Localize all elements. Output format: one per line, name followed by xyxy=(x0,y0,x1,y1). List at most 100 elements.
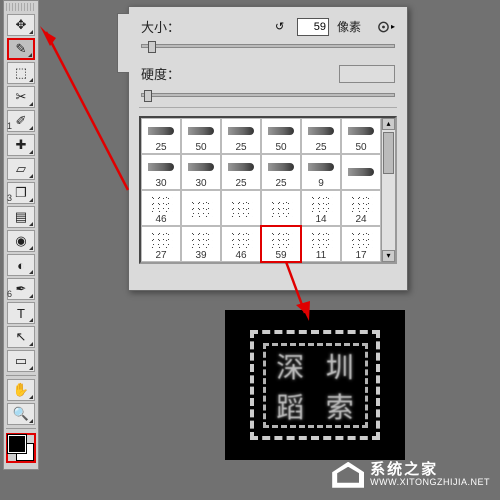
brush-size-label: 46 xyxy=(155,214,166,225)
brush-size-label: 50 xyxy=(195,142,206,153)
brush-preset[interactable]: 46 xyxy=(221,226,261,262)
stamp-border-outer: 深 圳 蹈 索 xyxy=(250,330,380,440)
brush-preview-canvas: 深 圳 蹈 索 xyxy=(225,310,405,460)
healing-icon: ✚ xyxy=(16,137,27,153)
brush-size-label: 24 xyxy=(355,214,366,225)
tool-dodge[interactable]: ◐ xyxy=(7,254,35,276)
brush-preset[interactable] xyxy=(221,190,261,226)
brush-thumbnail xyxy=(302,120,340,142)
brush-scrollbar[interactable]: ▴ ▾ xyxy=(381,118,395,262)
tool-eyedropper[interactable]: ✐1 xyxy=(7,110,35,132)
brush-preset[interactable]: 30 xyxy=(181,154,221,190)
tool-clone[interactable]: ❐3 xyxy=(7,182,35,204)
marquee-icon: ⬚ xyxy=(15,65,27,81)
flyout-arrow-icon: ▸ xyxy=(391,22,395,31)
panel-tab[interactable] xyxy=(117,13,129,73)
brush-size-label: 46 xyxy=(235,250,246,261)
brush-size-label: 25 xyxy=(235,142,246,153)
panel-divider xyxy=(139,107,397,108)
brush-preset[interactable]: 25 xyxy=(221,118,261,154)
tool-healing[interactable]: ✚ xyxy=(7,134,35,156)
stamp-char: 蹈 xyxy=(266,386,316,426)
tool-eraser[interactable]: ▱ xyxy=(7,158,35,180)
brush-grid-container: 255025502550303025259461424273946591117 … xyxy=(139,116,397,264)
brush-size-label: 25 xyxy=(235,178,246,189)
brush-icon: ✎ xyxy=(16,41,27,57)
tool-move[interactable]: ✥ xyxy=(7,14,35,36)
brush-thumbnail xyxy=(182,120,220,142)
brush-preset[interactable]: 27 xyxy=(141,226,181,262)
brush-thumbnail xyxy=(222,228,260,250)
clone-icon: ❐ xyxy=(15,185,27,201)
zoom-icon: 🔍 xyxy=(13,406,29,422)
tool-blur[interactable]: ◉ xyxy=(7,230,35,252)
watermark-logo: 系统之家 WWW.XITONGZHIJIA.NET xyxy=(332,462,490,488)
brush-preset[interactable]: 25 xyxy=(141,118,181,154)
scroll-up-arrow[interactable]: ▴ xyxy=(382,118,395,130)
brush-preset[interactable]: 25 xyxy=(221,154,261,190)
tool-zoom[interactable]: 🔍 xyxy=(7,403,35,425)
brush-thumbnail xyxy=(142,156,180,178)
eyedropper-icon: ✐ xyxy=(16,113,27,129)
tool-gradient[interactable]: ▤ xyxy=(7,206,35,228)
hardness-slider[interactable] xyxy=(141,93,395,97)
brush-preset[interactable] xyxy=(261,190,301,226)
brush-thumbnail xyxy=(342,228,380,250)
toolbox-separator xyxy=(6,428,36,429)
brush-preset[interactable]: 59 xyxy=(261,226,301,262)
brush-size-label: 30 xyxy=(155,178,166,189)
brush-preset[interactable]: 24 xyxy=(341,190,381,226)
brush-size-label: 25 xyxy=(155,142,166,153)
pen-icon: ✒ xyxy=(16,281,27,297)
brush-preset[interactable]: 14 xyxy=(301,190,341,226)
brush-preset[interactable]: 50 xyxy=(261,118,301,154)
brush-preset[interactable] xyxy=(181,190,221,226)
brush-thumbnail xyxy=(302,228,340,250)
toolbox-grip[interactable] xyxy=(6,3,36,11)
stamp-char: 圳 xyxy=(315,346,365,386)
tool-type[interactable]: T xyxy=(7,302,35,324)
path-icon: ↖ xyxy=(16,329,27,345)
brush-preset[interactable]: 50 xyxy=(181,118,221,154)
brush-size-label: 50 xyxy=(275,142,286,153)
brush-thumbnail xyxy=(302,192,340,214)
tool-crop[interactable]: ✂ xyxy=(7,86,35,108)
brush-thumbnail xyxy=(182,156,220,178)
scroll-down-arrow[interactable]: ▾ xyxy=(382,250,395,262)
brush-size-label: 25 xyxy=(315,142,326,153)
eraser-icon: ▱ xyxy=(16,161,26,177)
move-icon: ✥ xyxy=(16,17,27,33)
hardness-input[interactable] xyxy=(339,65,395,83)
brush-preset[interactable]: 25 xyxy=(301,118,341,154)
tool-hand[interactable]: ✋ xyxy=(7,379,35,401)
brush-preset[interactable]: 39 xyxy=(181,226,221,262)
stamp-text: 深 圳 蹈 索 xyxy=(263,343,368,428)
brush-thumbnail xyxy=(142,228,180,250)
brush-preset[interactable]: 25 xyxy=(261,154,301,190)
gear-icon[interactable]: ▸ xyxy=(377,18,395,36)
brush-size-label: 17 xyxy=(355,250,366,261)
tool-marquee[interactable]: ⬚ xyxy=(7,62,35,84)
brush-preset[interactable]: 9 xyxy=(301,154,341,190)
brush-size-label: 30 xyxy=(195,178,206,189)
brush-size-input[interactable] xyxy=(297,18,329,36)
brush-thumbnail xyxy=(222,156,260,178)
size-slider[interactable] xyxy=(141,44,395,48)
brush-preset[interactable]: 17 xyxy=(341,226,381,262)
reset-icon[interactable]: ↺ xyxy=(275,20,289,34)
gradient-icon: ▤ xyxy=(15,209,27,225)
brush-preset[interactable] xyxy=(341,154,381,190)
scroll-thumb[interactable] xyxy=(383,132,394,174)
tool-brush[interactable]: ✎ xyxy=(7,38,35,60)
brush-preset[interactable]: 30 xyxy=(141,154,181,190)
brush-thumbnail xyxy=(222,120,260,142)
brush-preset[interactable]: 11 xyxy=(301,226,341,262)
tool-path[interactable]: ↖ xyxy=(7,326,35,348)
brush-preset[interactable]: 50 xyxy=(341,118,381,154)
tool-pen[interactable]: ✒6 xyxy=(7,278,35,300)
brush-thumbnail xyxy=(222,197,260,219)
tool-shape[interactable]: ▭ xyxy=(7,350,35,372)
brush-preset[interactable]: 46 xyxy=(141,190,181,226)
foreground-color-swatch[interactable] xyxy=(8,435,26,453)
color-swatches[interactable] xyxy=(6,433,36,463)
